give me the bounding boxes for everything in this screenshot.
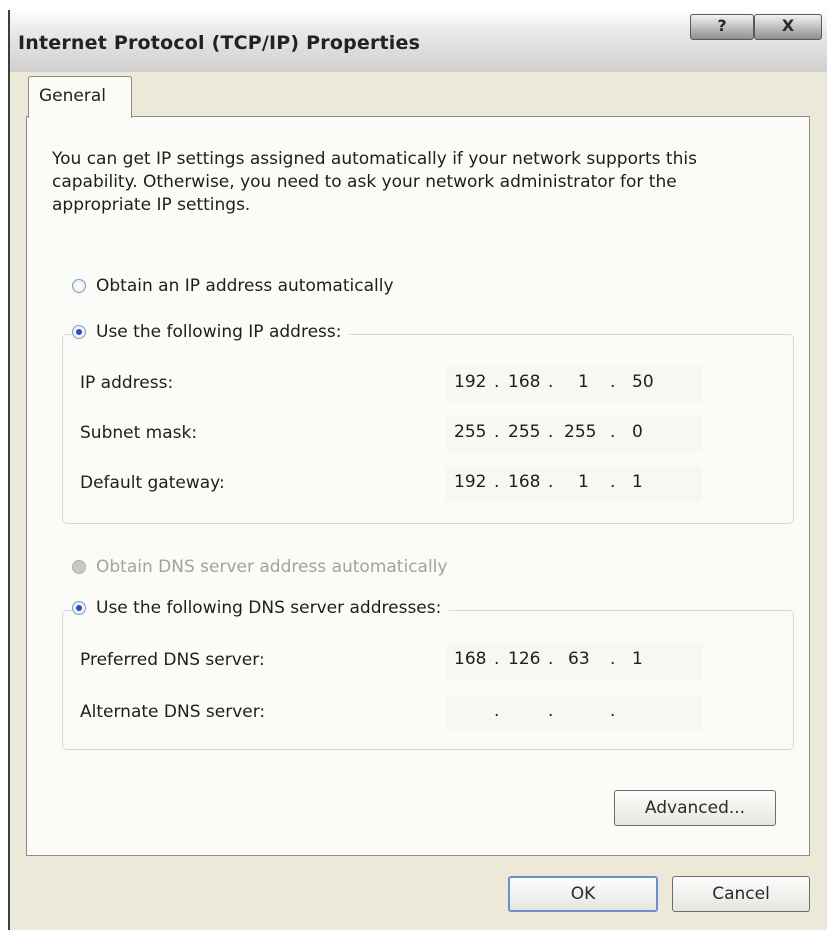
ip-dot: . <box>548 422 554 442</box>
preferred-dns-label: Preferred DNS server: <box>80 650 265 670</box>
pdns-octet-1: 168 <box>454 649 487 669</box>
alternate-dns-field[interactable]: . . . <box>446 695 702 731</box>
ip-dot: . <box>610 649 616 669</box>
radio-use-dns[interactable]: Use the following DNS server addresses: <box>72 598 450 618</box>
tab-general-label: General <box>39 86 106 106</box>
radio-obtain-ip-auto-label: Obtain an IP address automatically <box>96 276 394 296</box>
ip-dot: . <box>548 372 554 392</box>
radio-obtain-dns-auto-label: Obtain DNS server address automatically <box>96 557 448 577</box>
subnet-mask-label: Subnet mask: <box>80 423 198 443</box>
subnet-octet-3: 255 <box>564 422 597 442</box>
close-button[interactable]: X <box>754 14 822 40</box>
ip-dot: . <box>494 372 500 392</box>
radio-use-ip-label: Use the following IP address: <box>96 322 342 342</box>
advanced-button[interactable]: Advanced... <box>614 790 776 826</box>
pdns-octet-2: 126 <box>508 649 541 669</box>
gateway-octet-4: 1 <box>632 472 643 492</box>
ip-dot: . <box>610 372 616 392</box>
ip-octet-4: 50 <box>632 372 654 392</box>
radio-use-ip[interactable]: Use the following IP address: <box>72 322 350 342</box>
cancel-button[interactable]: Cancel <box>672 876 810 912</box>
ip-octet-1: 192 <box>454 372 487 392</box>
ok-button[interactable]: OK <box>508 876 658 912</box>
ip-address-field[interactable]: 192 . 168 . 1 . 50 <box>446 366 702 402</box>
intro-text: You can get IP settings assigned automat… <box>52 149 697 215</box>
ip-dot: . <box>494 472 500 492</box>
default-gateway-field[interactable]: 192 . 168 . 1 . 1 <box>446 466 702 502</box>
radio-obtain-dns-auto-indicator <box>72 560 86 574</box>
ip-octet-3: 1 <box>578 372 589 392</box>
ip-dot: . <box>548 701 554 721</box>
gateway-octet-3: 1 <box>578 472 589 492</box>
radio-obtain-dns-auto[interactable]: Obtain DNS server address automatically <box>72 557 456 577</box>
tab-general[interactable]: General <box>28 76 132 118</box>
ip-dot: . <box>610 472 616 492</box>
radio-use-ip-indicator <box>72 325 86 339</box>
ip-address-label: IP address: <box>80 373 174 393</box>
ip-dot: . <box>548 649 554 669</box>
title-bar[interactable]: Internet Protocol (TCP/IP) Properties ? … <box>10 10 827 72</box>
ip-dot: . <box>494 422 500 442</box>
radio-use-dns-label: Use the following DNS server addresses: <box>96 598 442 618</box>
ip-dot: . <box>610 701 616 721</box>
radio-use-dns-indicator <box>72 601 86 615</box>
gateway-octet-1: 192 <box>454 472 487 492</box>
preferred-dns-field[interactable]: 168 . 126 . 63 . 1 <box>446 643 702 679</box>
ip-octet-2: 168 <box>508 372 541 392</box>
subnet-octet-2: 255 <box>508 422 541 442</box>
subnet-mask-field[interactable]: 255 . 255 . 255 . 0 <box>446 416 702 452</box>
gateway-octet-2: 168 <box>508 472 541 492</box>
ip-dot: . <box>494 701 500 721</box>
pdns-octet-3: 63 <box>568 649 590 669</box>
radio-obtain-ip-auto[interactable]: Obtain an IP address automatically <box>72 276 402 296</box>
alternate-dns-label: Alternate DNS server: <box>80 702 266 722</box>
default-gateway-label: Default gateway: <box>80 473 225 493</box>
pdns-octet-4: 1 <box>632 649 643 669</box>
help-button[interactable]: ? <box>690 14 754 40</box>
radio-obtain-ip-auto-indicator <box>72 279 86 293</box>
ip-dot: . <box>548 472 554 492</box>
ip-dot: . <box>494 649 500 669</box>
ip-dot: . <box>610 422 616 442</box>
subnet-octet-1: 255 <box>454 422 487 442</box>
subnet-octet-4: 0 <box>632 422 643 442</box>
window-title: Internet Protocol (TCP/IP) Properties <box>18 32 421 54</box>
